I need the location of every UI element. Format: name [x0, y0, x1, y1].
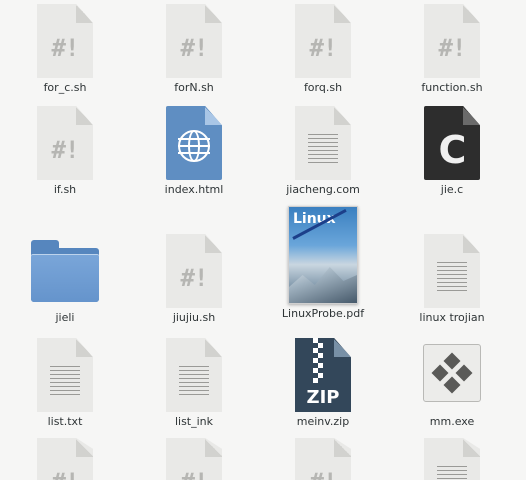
- file-item-partial[interactable]: #!: [5, 436, 125, 480]
- globe-icon: [178, 130, 210, 162]
- file-name-label: meinv.zip: [296, 415, 350, 428]
- file-name-label: forN.sh: [174, 81, 214, 94]
- text-file-icon: [295, 106, 351, 180]
- file-name-label: LinuxProbe.pdf: [281, 307, 365, 320]
- file-name-label: list_ink: [174, 415, 214, 428]
- file-name-label: for_c.sh: [43, 81, 87, 94]
- file-item-jiacheng-com[interactable]: jiacheng.com: [263, 102, 383, 212]
- file-name-label: jiacheng.com: [286, 183, 360, 196]
- text-lines-glyph: [437, 262, 467, 292]
- shell-script-icon: #!: [295, 4, 351, 78]
- file-item-meinv-zip[interactable]: ZIP meinv.zip: [263, 334, 383, 444]
- icon-slot: C: [392, 102, 512, 180]
- file-item-jie-c[interactable]: C jie.c: [392, 102, 512, 212]
- file-item-list-ink[interactable]: list_ink: [134, 334, 254, 444]
- text-lines-glyph: [179, 366, 209, 396]
- file-item-function-sh[interactable]: #! function.sh: [392, 0, 512, 110]
- icon-slot: #!: [5, 102, 125, 180]
- icon-slot: [134, 102, 254, 180]
- file-name-label: if.sh: [53, 183, 77, 196]
- file-item-partial[interactable]: [392, 436, 512, 480]
- html-file-icon: [166, 106, 222, 180]
- file-item-for-c-sh[interactable]: #! for_c.sh: [5, 0, 125, 110]
- icon-slot: [134, 334, 254, 412]
- icon-slot: #!: [134, 222, 254, 308]
- shell-script-icon: #!: [166, 438, 222, 480]
- text-file-icon: [166, 338, 222, 412]
- executable-icon: [423, 344, 481, 402]
- shebang-glyph: #!: [51, 136, 80, 164]
- c-source-file-icon: C: [424, 106, 480, 180]
- shell-script-icon: #!: [166, 4, 222, 78]
- shebang-glyph: #!: [295, 468, 351, 480]
- shebang-glyph: #!: [438, 34, 467, 62]
- file-name-label: jie.c: [440, 183, 464, 196]
- file-item-list-txt[interactable]: list.txt: [5, 334, 125, 444]
- shebang-glyph: #!: [51, 34, 80, 62]
- shebang-glyph: #!: [37, 468, 93, 480]
- text-lines-glyph: [437, 466, 467, 480]
- file-name-label: list.txt: [47, 415, 83, 428]
- file-item-linux-trojian[interactable]: linux trojian: [392, 222, 512, 332]
- icon-slot: #!: [263, 0, 383, 78]
- text-lines-glyph: [50, 366, 80, 396]
- shebang-glyph: #!: [309, 34, 338, 62]
- c-letter-glyph: C: [438, 128, 467, 172]
- shell-script-icon: #!: [166, 234, 222, 308]
- icon-slot: #!: [134, 0, 254, 78]
- file-name-label: linux trojian: [419, 311, 485, 324]
- shebang-glyph: #!: [180, 34, 209, 62]
- icon-slot: [263, 102, 383, 180]
- text-file-icon: [424, 234, 480, 308]
- icon-slot: [5, 222, 125, 308]
- zip-archive-icon: ZIP: [295, 338, 351, 412]
- icon-slot: [392, 334, 512, 412]
- icon-slot: ZIP: [263, 334, 383, 412]
- file-item-mm-exe[interactable]: mm.exe: [392, 334, 512, 444]
- shell-script-icon: #!: [37, 4, 93, 78]
- icon-slot: [392, 222, 512, 308]
- folder-icon: [31, 240, 99, 302]
- text-file-icon: [37, 338, 93, 412]
- file-item-linuxprobe-pdf[interactable]: Linux LinuxProbe.pdf: [263, 206, 383, 320]
- icon-slot: #!: [392, 0, 512, 78]
- file-item-jiujiu-sh[interactable]: #! jiujiu.sh: [134, 222, 254, 332]
- file-name-label: jieli: [55, 311, 75, 324]
- file-item-forn-sh[interactable]: #! forN.sh: [134, 0, 254, 110]
- file-name-label: forq.sh: [303, 81, 343, 94]
- text-lines-glyph: [308, 134, 338, 164]
- shebang-glyph: #!: [166, 468, 222, 480]
- file-name-label: index.html: [164, 183, 224, 196]
- icon-slot: Linux: [263, 206, 383, 304]
- shell-script-icon: #!: [37, 438, 93, 480]
- zip-glyph: ZIP: [306, 387, 340, 408]
- shebang-glyph: #!: [180, 264, 209, 292]
- file-item-partial[interactable]: #!: [134, 436, 254, 480]
- file-item-index-html[interactable]: index.html: [134, 102, 254, 212]
- icon-slot: #!: [5, 0, 125, 78]
- file-item-partial[interactable]: #!: [263, 436, 383, 480]
- shell-script-icon: #!: [37, 106, 93, 180]
- file-name-label: jiujiu.sh: [172, 311, 216, 324]
- text-file-icon: [424, 438, 480, 480]
- file-item-forq-sh[interactable]: #! forq.sh: [263, 0, 383, 110]
- icon-slot: [5, 334, 125, 412]
- file-name-label: mm.exe: [429, 415, 475, 428]
- file-item-if-sh[interactable]: #! if.sh: [5, 102, 125, 212]
- file-name-label: function.sh: [421, 81, 483, 94]
- file-item-jieli[interactable]: jieli: [5, 222, 125, 332]
- shell-script-icon: #!: [295, 438, 351, 480]
- shell-script-icon: #!: [424, 4, 480, 78]
- file-icon-grid: #! for_c.sh #! forN.sh #! forq.sh #! fun…: [0, 0, 526, 480]
- pdf-thumbnail-icon: Linux: [288, 206, 358, 304]
